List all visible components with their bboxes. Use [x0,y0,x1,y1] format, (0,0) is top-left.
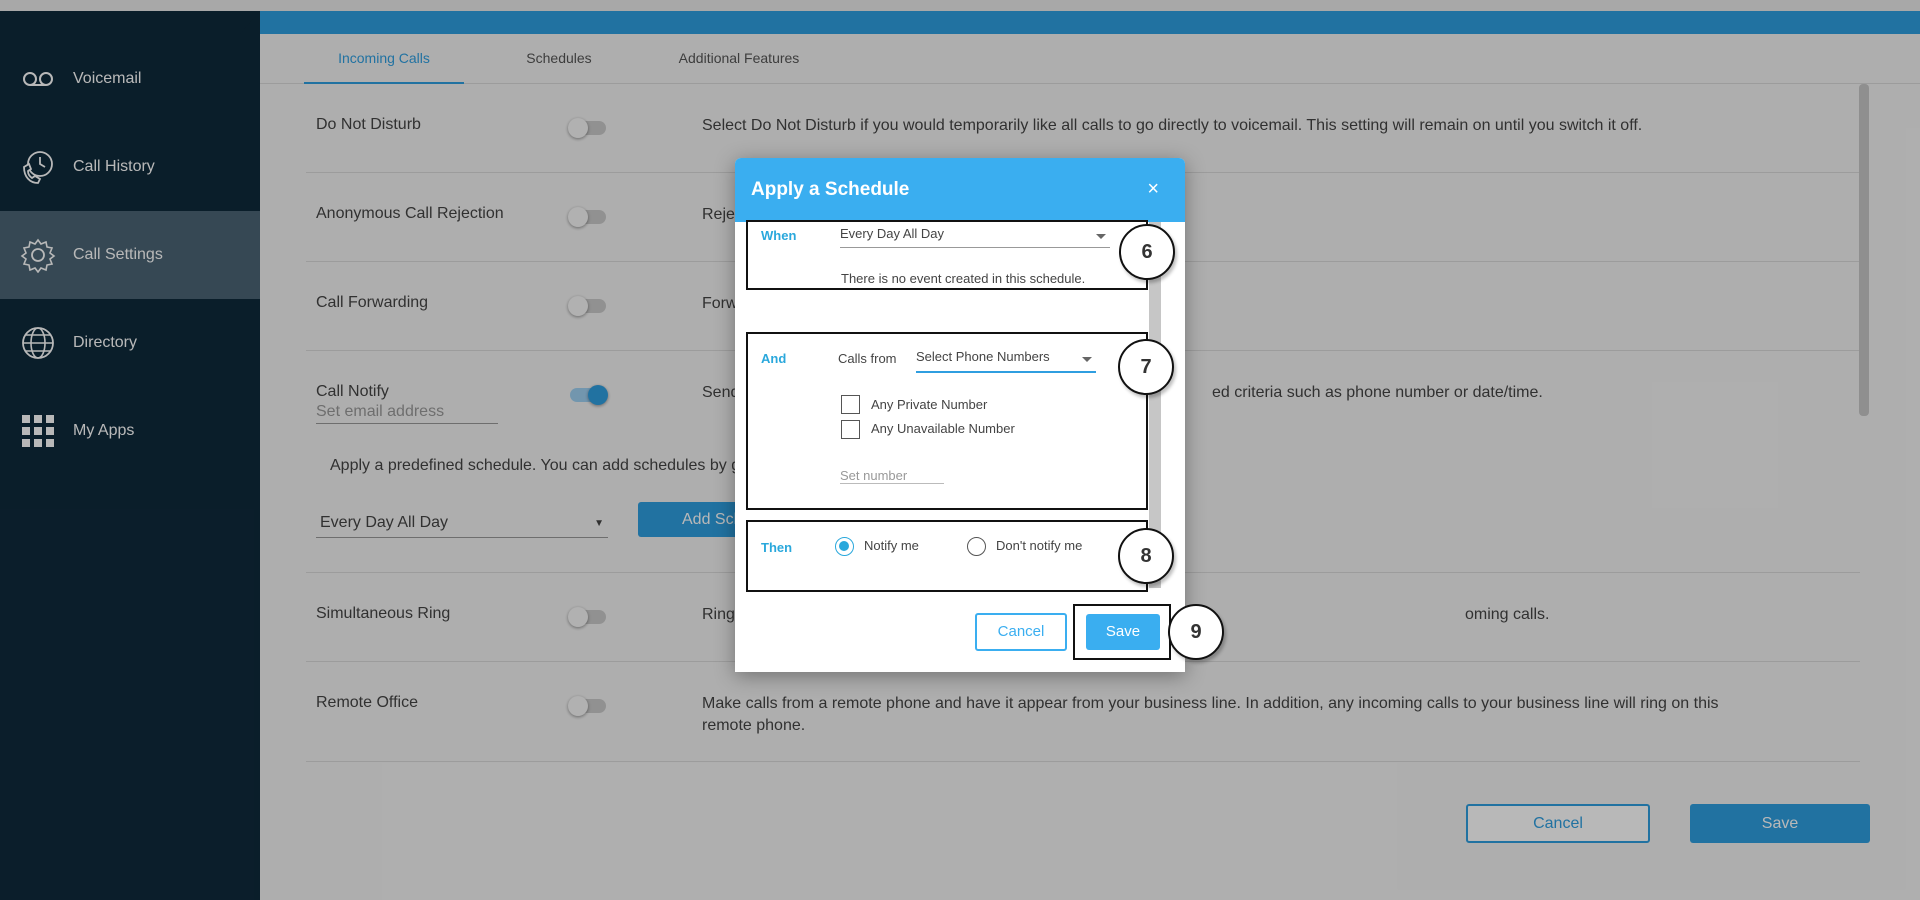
annotation-marker: 6 [1119,224,1175,280]
close-icon[interactable]: × [1147,178,1159,201]
dialog-cancel-button[interactable]: Cancel [975,613,1067,651]
annotation-box-then [746,520,1148,592]
annotation-box-when [746,220,1148,290]
annotation-box-and [746,332,1148,510]
annotation-marker: 7 [1118,339,1174,395]
annotation-marker: 8 [1118,528,1174,584]
annotation-marker: 9 [1168,604,1224,660]
dialog-header: Apply a Schedule × [735,158,1185,222]
dialog-title: Apply a Schedule [751,179,910,200]
annotation-box-save [1073,604,1171,660]
